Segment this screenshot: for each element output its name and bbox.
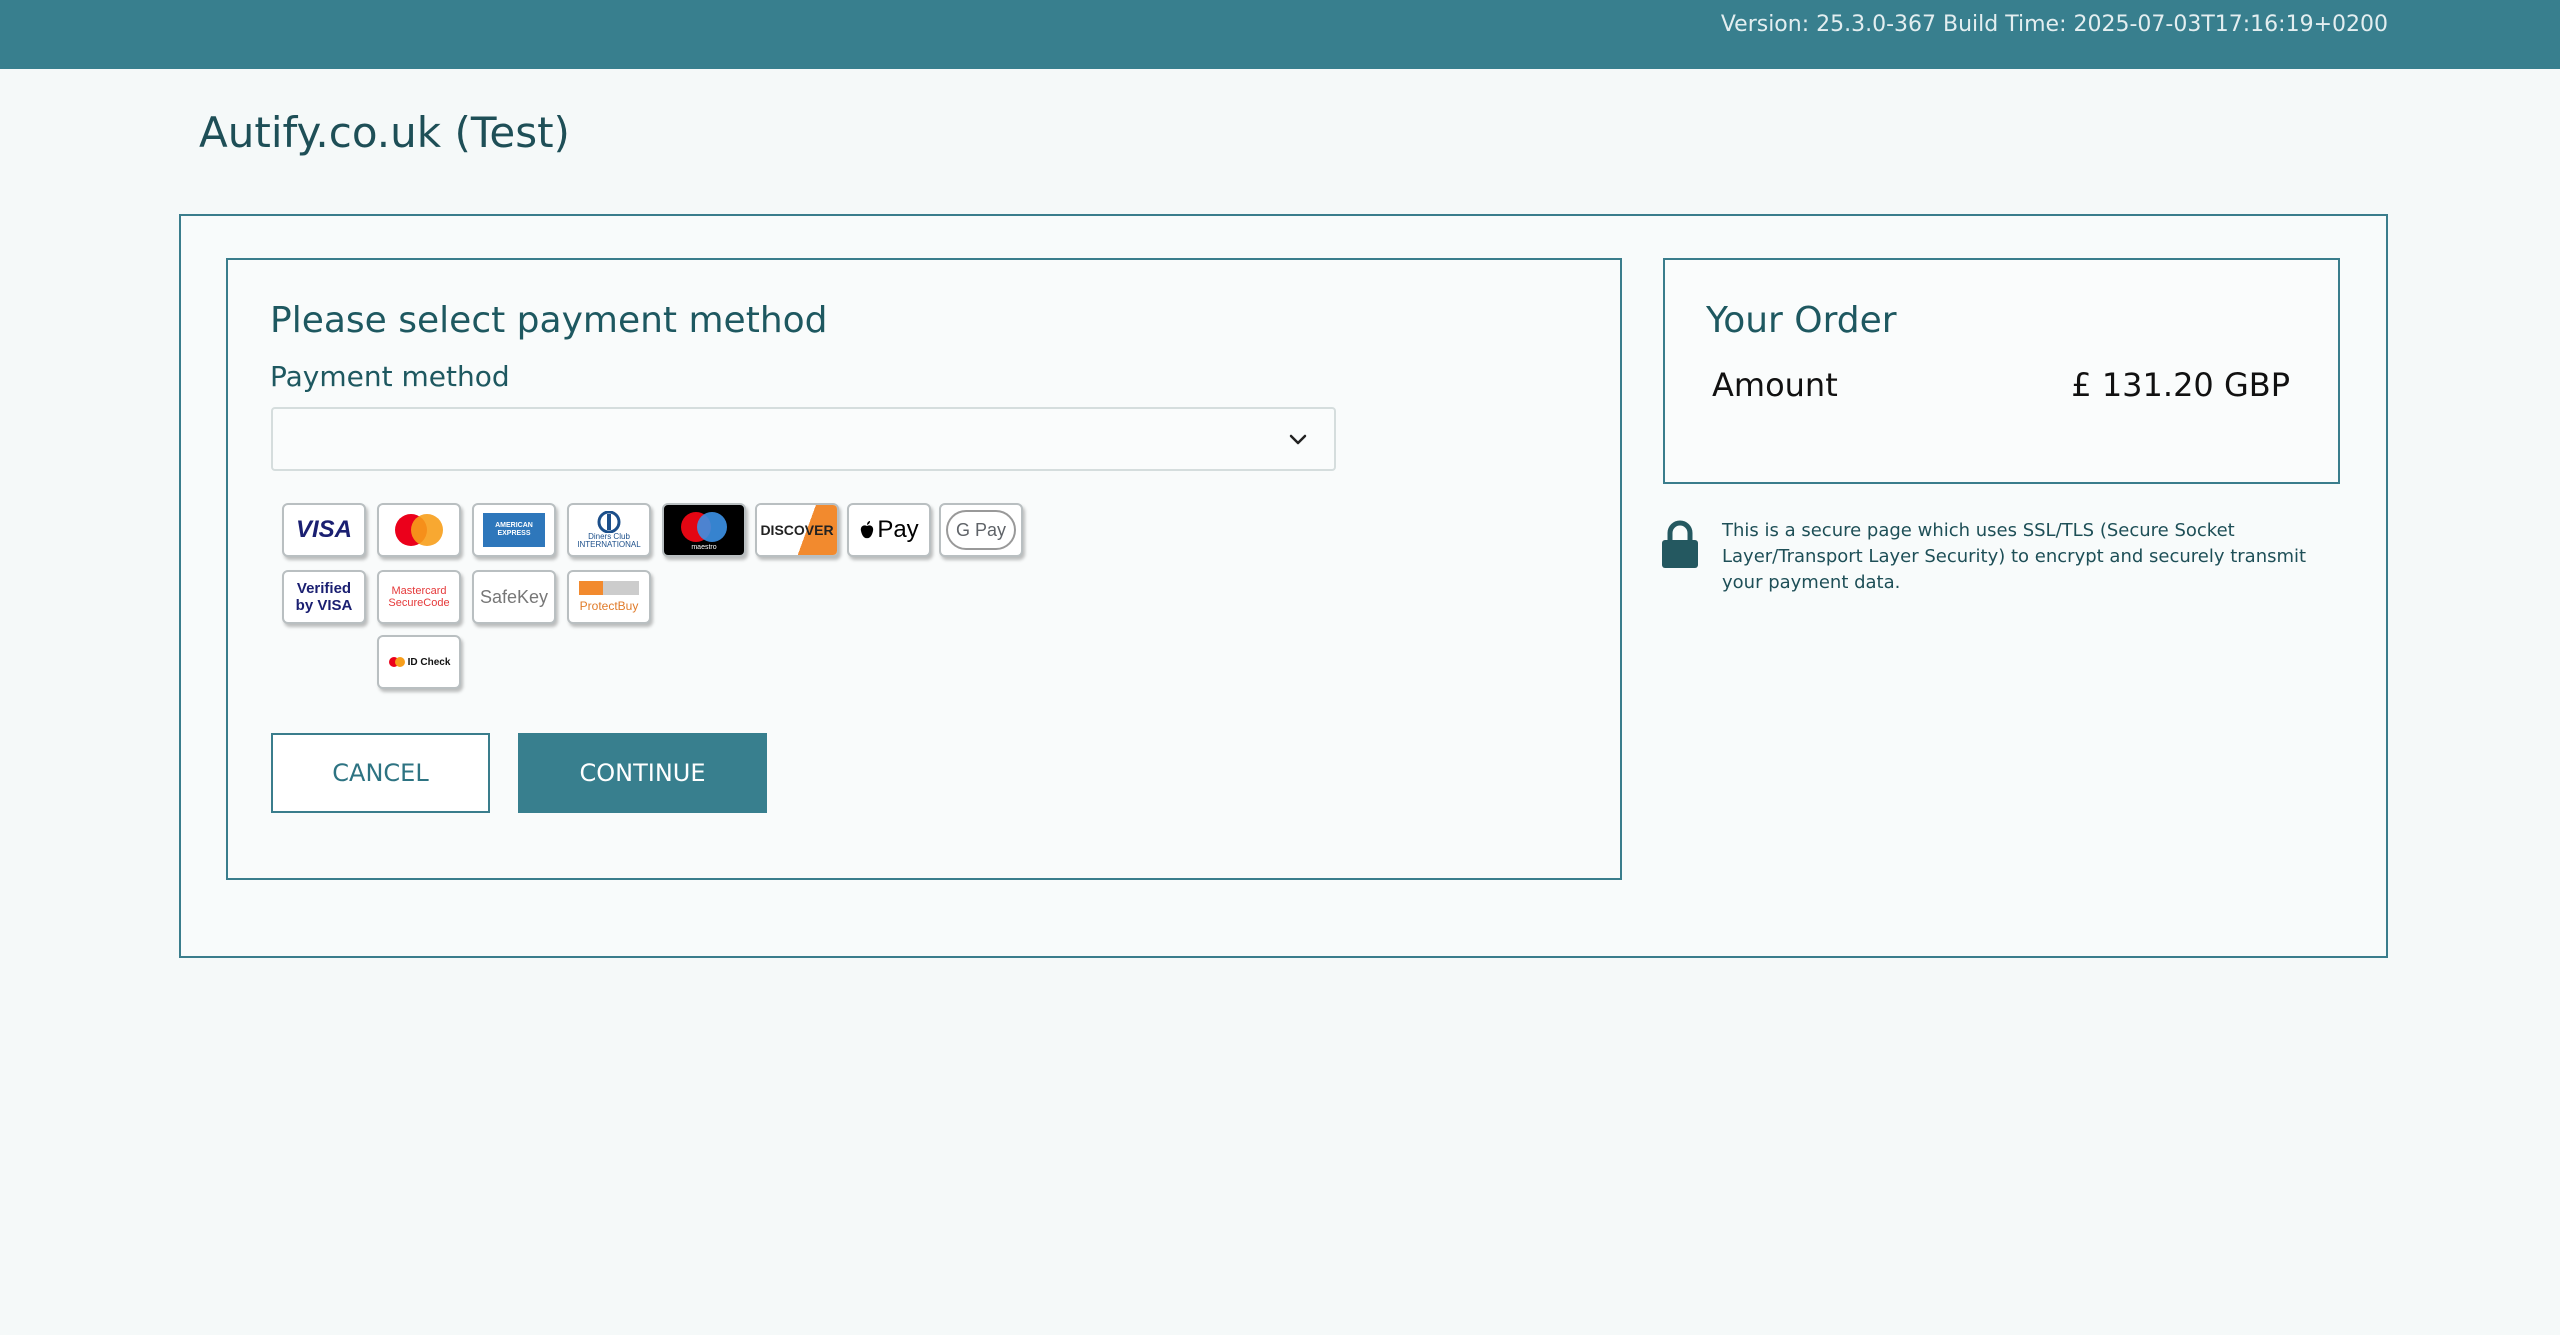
american-express-icon: AMERICAN EXPRESS	[472, 503, 556, 557]
apple-pay-icon: Pay	[847, 503, 931, 557]
continue-button[interactable]: CONTINUE	[518, 733, 767, 813]
order-title: Your Order	[1706, 300, 1897, 341]
amount-label: Amount	[1712, 366, 1838, 404]
diners-club-icon: Diners Club INTERNATIONAL	[567, 503, 651, 557]
discover-icon: DISCOVER	[755, 503, 839, 557]
version-info: Version: 25.3.0-367 Build Time: 2025-07-…	[1720, 12, 2388, 37]
mastercard-id-check-icon: ID Check	[377, 635, 461, 689]
payment-title: Please select payment method	[270, 300, 828, 341]
mastercard-icon	[377, 503, 461, 557]
secure-notice: This is a secure page which uses SSL/TLS…	[1722, 520, 2307, 593]
payment-method-select[interactable]	[271, 407, 1336, 471]
payment-method-label: Payment method	[270, 360, 510, 393]
mastercard-securecode-icon: Mastercard SecureCode	[377, 570, 461, 624]
protectbuy-icon: ProtectBuy	[567, 570, 651, 624]
google-pay-icon: G Pay	[939, 503, 1023, 557]
visa-icon: VISA	[282, 503, 366, 557]
chevron-down-icon	[1289, 434, 1307, 445]
maestro-icon: maestro	[662, 503, 746, 557]
merchant-name: Autify.co.uk (Test)	[199, 108, 570, 157]
amount-value: £ 131.20 GBP	[2071, 366, 2290, 404]
lock-icon	[1662, 520, 1698, 568]
cancel-button[interactable]: CANCEL	[271, 733, 490, 813]
amex-safekey-icon: SafeKey	[472, 570, 556, 624]
verified-by-visa-icon: Verified by VISA	[282, 570, 366, 624]
top-bar: Version: 25.3.0-367 Build Time: 2025-07-…	[0, 0, 2560, 69]
